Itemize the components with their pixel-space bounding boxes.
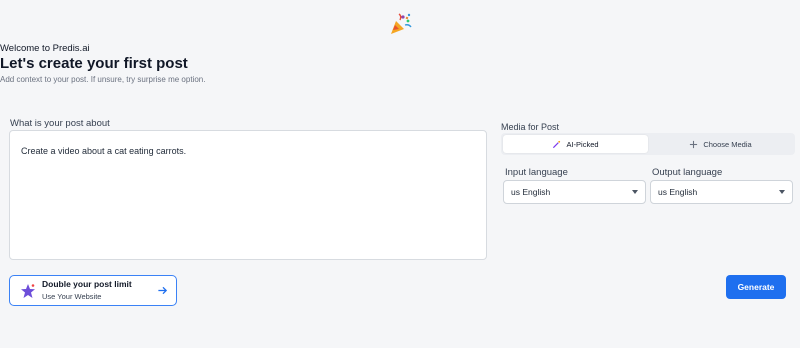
- chevron-down-icon: [779, 190, 785, 194]
- input-language-label: Input language: [505, 167, 568, 178]
- promo-subtitle: Use Your Website: [42, 292, 102, 301]
- post-about-label: What is your post about: [10, 118, 110, 129]
- star-badge-icon: [21, 283, 35, 298]
- promo-title: Double your post limit: [42, 279, 132, 289]
- choose-media-option[interactable]: Choose Media: [648, 135, 793, 153]
- arrow-right-icon: [158, 286, 168, 295]
- party-popper-icon: [391, 13, 412, 34]
- page-title: Let's create your first post: [0, 55, 188, 72]
- output-language-label: Output language: [652, 167, 723, 178]
- output-language-value: us English: [658, 187, 698, 197]
- ai-picked-label: AI-Picked: [566, 139, 599, 149]
- media-toggle: AI-Picked Choose Media: [501, 133, 795, 155]
- chevron-down-icon: [632, 190, 638, 194]
- page-subtitle: Add context to your post. If unsure, try…: [0, 75, 206, 84]
- double-post-limit-card[interactable]: Double your post limit Use Your Website: [9, 275, 177, 306]
- post-about-textarea[interactable]: Create a video about a cat eating carrot…: [9, 130, 487, 260]
- input-language-select[interactable]: us English: [503, 180, 646, 204]
- choose-media-label: Choose Media: [703, 139, 752, 149]
- generate-button[interactable]: Generate: [726, 275, 786, 299]
- magic-wand-icon: [553, 140, 561, 148]
- output-language-select[interactable]: us English: [650, 180, 793, 204]
- plus-icon: [690, 140, 698, 148]
- welcome-text: Welcome to Predis.ai: [0, 43, 90, 54]
- media-label: Media for Post: [501, 122, 560, 132]
- input-language-value: us English: [511, 187, 551, 197]
- ai-picked-option[interactable]: AI-Picked: [503, 135, 648, 153]
